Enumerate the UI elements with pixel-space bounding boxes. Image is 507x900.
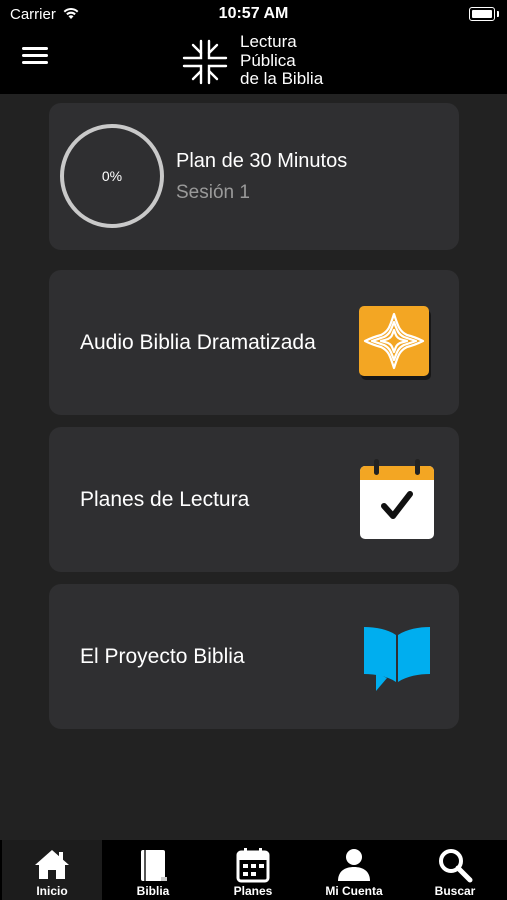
- logo-wordmark: Lectura Pública de la Biblia: [240, 32, 324, 89]
- progress-percent: 0%: [101, 168, 123, 184]
- tab-biblia-label: Biblia: [136, 884, 170, 898]
- cross-app-icon: [359, 306, 431, 380]
- search-icon: [439, 849, 473, 883]
- plan-title: Plan de 30 Minutos: [176, 150, 348, 172]
- book-flag-icon: [364, 627, 430, 691]
- reading-plans-card[interactable]: Planes de Lectura: [49, 427, 459, 572]
- tab-inicio-label: Inicio: [36, 884, 68, 898]
- clock: 10:57 AM: [218, 5, 289, 22]
- hamburger-menu-button[interactable]: [22, 44, 48, 68]
- app-header: Lectura Pública de la Biblia: [0, 28, 507, 94]
- battery-icon: [469, 7, 499, 21]
- reading-plans-label: Planes de Lectura: [80, 488, 250, 511]
- plan-session: Sesión 1: [176, 182, 250, 203]
- bible-project-card[interactable]: El Proyecto Biblia: [49, 584, 459, 729]
- reading-plan-card[interactable]: 0% Plan de 30 Minutos Sesión 1: [49, 103, 459, 250]
- logo-line-3: de la Biblia: [240, 69, 324, 88]
- tab-mi-cuenta[interactable]: Mi Cuenta: [304, 840, 404, 900]
- home-icon: [35, 850, 69, 879]
- bible-icon: [141, 850, 167, 881]
- tab-buscar[interactable]: Buscar: [405, 840, 505, 900]
- tab-bar: Inicio Biblia Planes Mi Cuenta Buscar: [0, 840, 507, 900]
- calendar-check-icon: [360, 459, 434, 539]
- bible-project-label: El Proyecto Biblia: [80, 645, 245, 668]
- calendar-icon: [236, 848, 270, 883]
- audio-bible-card[interactable]: Audio Biblia Dramatizada: [49, 270, 459, 415]
- tab-planes-label: Planes: [233, 884, 273, 898]
- tab-inicio[interactable]: Inicio: [2, 840, 102, 900]
- logo-line-1: Lectura: [240, 32, 297, 51]
- tab-biblia[interactable]: Biblia: [103, 840, 203, 900]
- status-bar: Carrier 10:57 AM: [0, 0, 507, 28]
- audio-bible-label: Audio Biblia Dramatizada: [80, 331, 316, 354]
- user-icon: [338, 849, 370, 881]
- cross-logo-icon: [182, 39, 228, 85]
- tab-buscar-label: Buscar: [434, 884, 476, 898]
- app-logo: Lectura Pública de la Biblia: [178, 32, 338, 91]
- tab-mi-cuenta-label: Mi Cuenta: [325, 884, 383, 898]
- tab-planes[interactable]: Planes: [203, 840, 303, 900]
- logo-line-2: Pública: [240, 50, 296, 70]
